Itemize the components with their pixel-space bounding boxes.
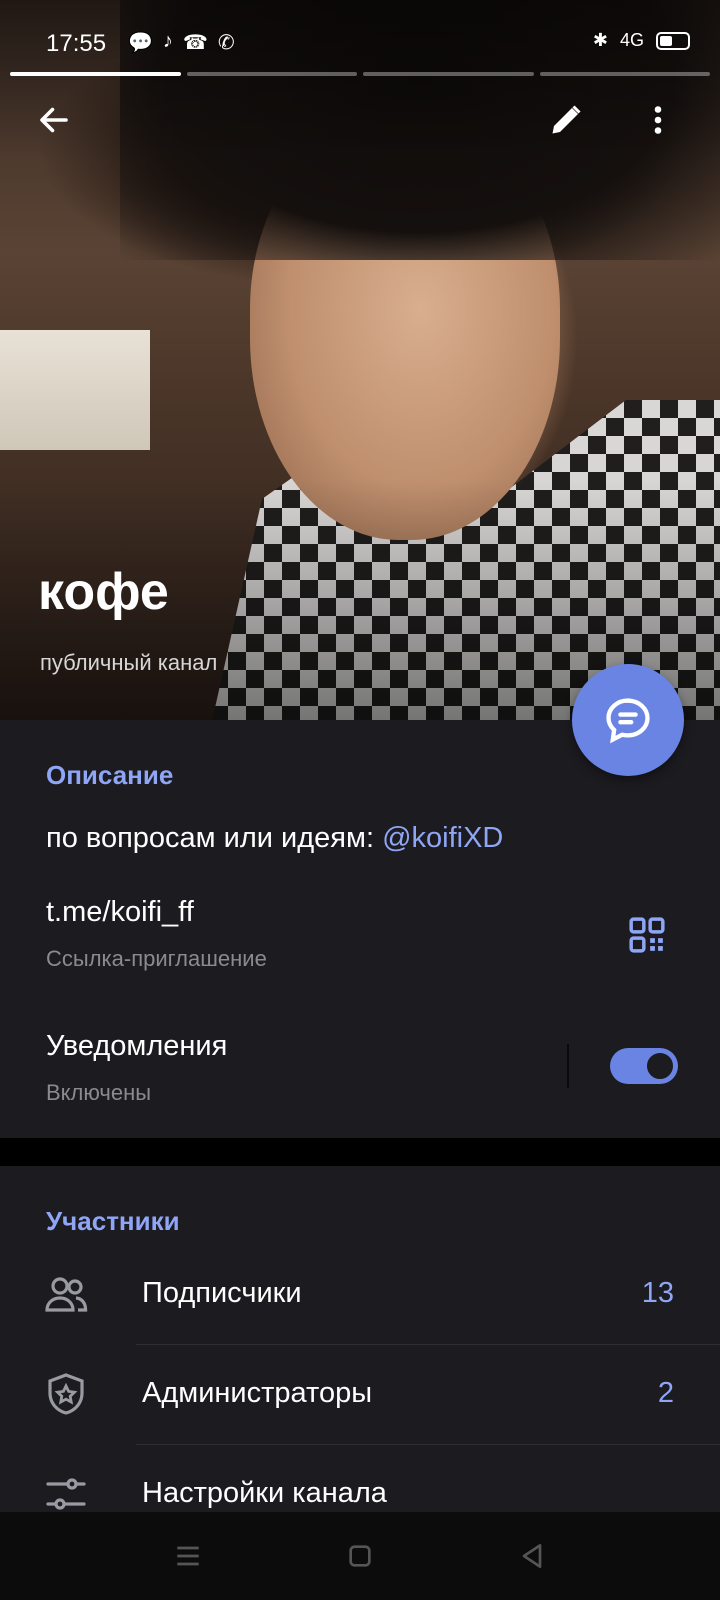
progress-segment xyxy=(10,72,181,76)
row-label: Подписчики xyxy=(142,1277,302,1309)
home-icon[interactable] xyxy=(344,1540,376,1572)
menu-icon[interactable] xyxy=(172,1540,204,1572)
notification-icons: 💬 ♪ ☎ ✆ xyxy=(128,30,235,55)
photo-background xyxy=(0,330,150,450)
members-heading: Участники xyxy=(46,1206,180,1236)
qr-code-icon xyxy=(629,917,665,953)
battery-icon xyxy=(656,31,690,50)
channel-title: кофе xyxy=(38,563,169,621)
edit-button[interactable] xyxy=(542,96,590,144)
row-divider xyxy=(136,1444,720,1445)
notifications-state: Включены xyxy=(46,1080,152,1105)
chat-bubble-icon: 💬 xyxy=(128,32,153,54)
message-icon xyxy=(606,698,650,744)
sliders-icon xyxy=(46,1478,86,1510)
notifications-toggle[interactable] xyxy=(610,1048,678,1084)
viber-icon: ✆ xyxy=(217,32,235,54)
progress-segment xyxy=(539,72,710,76)
invite-link[interactable]: t.me/koifi_ff xyxy=(46,896,194,929)
row-count: 13 xyxy=(641,1277,674,1309)
open-chat-button[interactable] xyxy=(572,664,684,776)
arrow-left-icon xyxy=(40,107,68,133)
status-bar: 17:55 💬 ♪ ☎ ✆ ✱ 4G xyxy=(0,0,720,70)
toggle-knob xyxy=(644,1050,676,1082)
row-label: Администраторы xyxy=(142,1377,373,1409)
row-label: Настройки канала xyxy=(142,1477,387,1509)
row-count: 2 xyxy=(657,1377,674,1409)
channel-subtitle: публичный канал xyxy=(40,650,218,675)
description-body: по вопросам или идеям: xyxy=(46,822,383,854)
notifications-label: Уведомления xyxy=(46,1030,228,1062)
pencil-icon xyxy=(552,105,581,134)
description-text: по вопросам или идеям: @koifiXD xyxy=(46,822,503,855)
vertical-divider xyxy=(567,1044,569,1088)
progress-segment xyxy=(363,72,534,76)
bluetooth-icon: ✱ xyxy=(592,30,608,50)
back-nav-icon[interactable] xyxy=(516,1540,548,1572)
tiktok-icon: ♪ xyxy=(162,30,173,52)
system-icons: ✱ 4G xyxy=(593,30,690,51)
more-vertical-icon xyxy=(654,106,662,134)
more-options-button[interactable] xyxy=(634,96,682,144)
signal-icon: 4G xyxy=(619,30,644,50)
description-heading: Описание xyxy=(46,760,174,790)
status-time: 17:55 xyxy=(46,30,107,57)
missed-call-icon: ☎ xyxy=(182,32,208,54)
people-icon xyxy=(45,1277,88,1312)
progress-segment xyxy=(186,72,357,76)
story-progress xyxy=(10,72,710,76)
back-button[interactable] xyxy=(30,96,78,144)
row-divider xyxy=(136,1344,720,1345)
shield-star-icon xyxy=(48,1373,84,1415)
system-nav-bar xyxy=(0,1512,720,1600)
qr-code-button[interactable] xyxy=(628,916,666,954)
mention-link[interactable]: @koifiXD xyxy=(382,822,503,854)
invite-link-caption: Ссылка-приглашение xyxy=(46,946,267,971)
